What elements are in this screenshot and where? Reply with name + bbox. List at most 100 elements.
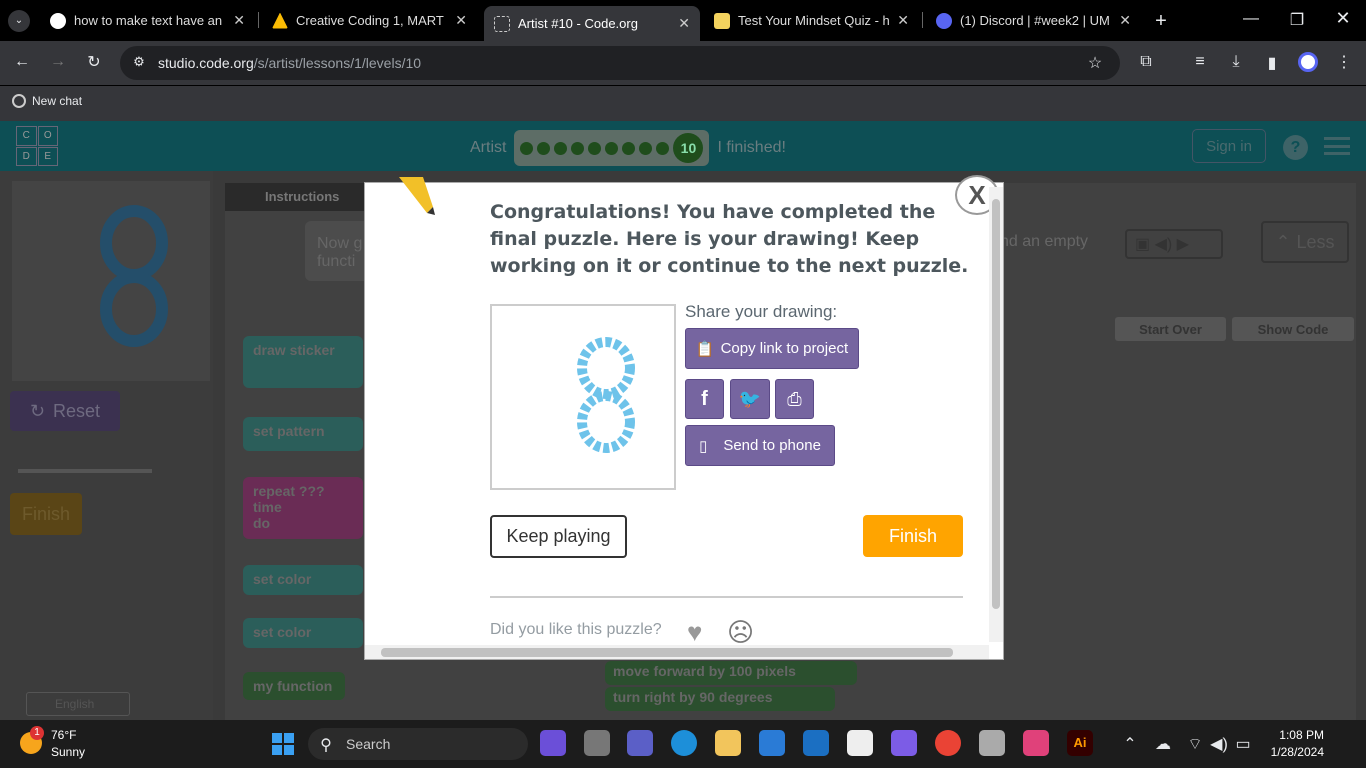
weather-temp: 76°F: [51, 728, 77, 742]
tab-search-icon[interactable]: ⌄: [8, 10, 30, 32]
level-dots: 10: [514, 130, 710, 166]
wifi-icon[interactable]: ⌔: [1186, 734, 1204, 754]
close-icon[interactable]: ✕: [233, 12, 245, 29]
window-close-icon[interactable]: ✕: [1332, 8, 1354, 29]
twitter-share-button[interactable]: 🐦: [730, 379, 770, 419]
reset-button[interactable]: ↻ Reset: [10, 391, 120, 431]
restore-icon[interactable]: ❐: [1286, 10, 1308, 30]
download-icon[interactable]: ⤓: [1226, 53, 1246, 71]
menu-icon[interactable]: ⋮: [1334, 52, 1354, 72]
help-icon[interactable]: ?: [1283, 135, 1308, 160]
chevron-up-icon: ⌃: [1275, 231, 1291, 252]
code-line-move[interactable]: move forward by 100 pixels: [605, 661, 857, 685]
instructions-tab[interactable]: Instructions: [225, 183, 365, 211]
speed-slider[interactable]: [18, 469, 152, 473]
media-icon[interactable]: ≡: [1190, 53, 1210, 71]
sign-in-button[interactable]: Sign in: [1192, 129, 1266, 163]
clock-date[interactable]: 1/28/2024: [1262, 745, 1324, 759]
illustrator-icon[interactable]: Ai: [1067, 730, 1093, 756]
mail-icon[interactable]: [803, 730, 829, 756]
tab-quiz[interactable]: Test Your Mindset Quiz - http ✕: [704, 6, 919, 35]
language-select[interactable]: English: [26, 692, 130, 716]
sidepanel-icon[interactable]: ▮: [1262, 53, 1282, 73]
keep-playing-button[interactable]: Keep playing: [490, 515, 627, 558]
tab-code-org[interactable]: Artist #10 - Code.org ✕: [484, 6, 700, 41]
tab-drive[interactable]: Creative Coding 1, MART 12 ✕: [262, 6, 477, 35]
block-repeat[interactable]: repeat ??? time do: [243, 477, 363, 539]
reload-icon[interactable]: ↻: [84, 52, 104, 72]
new-tab-icon[interactable]: +: [1150, 10, 1172, 33]
minimize-icon[interactable]: —: [1240, 10, 1262, 28]
close-icon[interactable]: ✕: [897, 12, 909, 29]
code-org-logo[interactable]: CODE: [16, 126, 58, 166]
onedrive-icon[interactable]: ☁: [1154, 734, 1172, 754]
bookmark-star-icon[interactable]: ☆: [1085, 53, 1105, 73]
forward-icon[interactable]: →: [48, 53, 68, 71]
creative-cloud-icon[interactable]: [1023, 730, 1049, 756]
start-over-button[interactable]: Start Over: [1115, 317, 1226, 341]
block-set-color-1[interactable]: set color: [243, 565, 363, 595]
close-icon[interactable]: ✕: [455, 12, 467, 29]
block-my-function[interactable]: my function: [243, 672, 345, 700]
pencil-icon: [399, 177, 435, 215]
send-to-phone-button[interactable]: ▯ Send to phone: [685, 425, 835, 466]
address-bar[interactable]: ⚙ studio.code.org/s/artist/lessons/1/lev…: [120, 46, 1120, 80]
chrome-icon[interactable]: [935, 730, 961, 756]
profile-avatar[interactable]: [1298, 52, 1318, 72]
block-set-color-2[interactable]: set color: [243, 618, 363, 648]
store-icon[interactable]: [759, 730, 785, 756]
hamburger-icon[interactable]: [1324, 137, 1350, 155]
taskbar-search[interactable]: ⚲ Search: [308, 728, 528, 760]
teams-icon[interactable]: [627, 730, 653, 756]
code-line-turn[interactable]: turn right by 90 degrees: [605, 687, 835, 711]
battery-icon[interactable]: ▭: [1234, 734, 1252, 754]
task-view-icon[interactable]: [584, 730, 610, 756]
tray-chevron-icon[interactable]: ⌃: [1122, 734, 1138, 754]
discord-icon: [936, 12, 952, 29]
snipping-icon[interactable]: [847, 730, 873, 756]
site-info-icon[interactable]: ⚙: [130, 54, 148, 70]
tab-google[interactable]: how to make text have an in ✕: [40, 6, 255, 35]
block-draw-sticker[interactable]: draw sticker: [243, 336, 363, 388]
copy-link-button[interactable]: 📋 Copy link to project: [685, 328, 859, 369]
notification-badge: 1: [30, 726, 44, 740]
clipboard-icon: 📋: [695, 340, 715, 358]
finish-side-button[interactable]: Finish: [10, 493, 82, 535]
frown-icon[interactable]: ☹: [727, 617, 754, 648]
less-button[interactable]: ⌃ Less: [1261, 221, 1349, 263]
bookmarks-bar: New chat: [0, 85, 1366, 121]
app-icon[interactable]: [891, 730, 917, 756]
edge-icon[interactable]: [671, 730, 697, 756]
printer-icon: ⎙: [787, 388, 802, 409]
close-icon[interactable]: ✕: [1119, 12, 1131, 29]
progress: Artist 10 I finished!: [470, 130, 786, 166]
volume-icon[interactable]: ◀): [1210, 734, 1228, 754]
vertical-scroll-thumb[interactable]: [992, 199, 1000, 609]
horizontal-scroll-thumb[interactable]: [381, 648, 953, 657]
heart-icon[interactable]: ♥: [687, 617, 702, 648]
block-set-pattern[interactable]: set pattern: [243, 417, 363, 451]
extensions-icon[interactable]: ⧉: [1136, 53, 1156, 71]
copilot-icon[interactable]: [540, 730, 566, 756]
facebook-share-button[interactable]: f: [685, 379, 724, 419]
divider: [490, 596, 963, 598]
show-code-button[interactable]: Show Code: [1232, 317, 1354, 341]
taskbar: 1 76°F Sunny ⚲ Search Ai ⌃ ☁ ⌔ ◀) ▭ 1:08 …: [0, 720, 1366, 768]
completion-message: Congratulations! You have completed the …: [490, 201, 969, 277]
windows-start-icon[interactable]: [272, 733, 294, 755]
drawing-preview: [490, 304, 676, 490]
print-button[interactable]: ⎙: [775, 379, 814, 419]
tab-discord[interactable]: (1) Discord | #week2 | UM Cr ✕: [926, 6, 1141, 35]
clock-time[interactable]: 1:08 PM: [1266, 728, 1324, 742]
back-icon[interactable]: ←: [12, 53, 32, 71]
feedback-prompt: Did you like this puzzle?: [490, 621, 662, 638]
bookmark-new-chat[interactable]: New chat: [12, 94, 82, 108]
close-icon[interactable]: ✕: [678, 15, 690, 32]
facebook-icon: f: [701, 387, 708, 410]
finish-button[interactable]: Finish: [863, 515, 963, 557]
file-explorer-icon[interactable]: [715, 730, 741, 756]
current-level[interactable]: 10: [673, 133, 704, 163]
app2-icon[interactable]: [979, 730, 1005, 756]
drive-icon: [272, 12, 288, 29]
audio-controls[interactable]: ▣ ◀) ▶: [1125, 229, 1223, 259]
